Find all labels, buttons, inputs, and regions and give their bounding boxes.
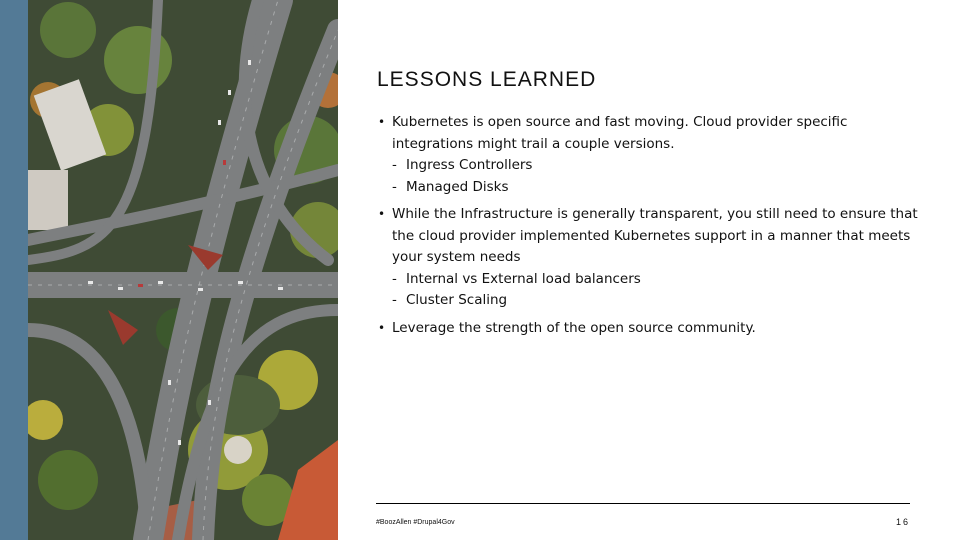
dash-icon: - <box>392 292 397 308</box>
bullet-icon: • <box>378 320 386 335</box>
sub-item-text: Ingress Controllers <box>406 157 533 173</box>
bullet-item: • Kubernetes is open source and fast mov… <box>378 112 918 198</box>
slide-title: LESSONS LEARNED <box>377 68 597 91</box>
bullet-item: • While the Infrastructure is generally … <box>378 204 918 312</box>
accent-bar <box>0 0 28 540</box>
sub-item-text: Cluster Scaling <box>406 292 508 308</box>
dash-icon: - <box>392 178 397 195</box>
sub-item: - Ingress Controllers <box>392 155 918 177</box>
bullet-icon: • <box>378 115 386 129</box>
bullet-item: • Leverage the strength of the open sour… <box>378 318 918 340</box>
page-number: 16 <box>895 517 910 527</box>
footer-divider <box>376 503 910 504</box>
sub-item-text: Managed Disks <box>406 178 509 195</box>
bullet-text: Kubernetes is open source and fast movin… <box>392 114 848 152</box>
sub-item: - Internal vs External load balancers <box>392 269 918 291</box>
bullet-icon: • <box>378 207 386 221</box>
bullet-list: • Kubernetes is open source and fast mov… <box>378 112 918 345</box>
highway-aerial-photo <box>28 0 338 540</box>
dash-icon: - <box>392 270 397 287</box>
sub-item: - Managed Disks <box>392 177 918 199</box>
bullet-text: Leverage the strength of the open source… <box>392 319 756 336</box>
footer-hashtags: #BoozAllen #Drupal4Gov <box>376 519 455 526</box>
sub-item: - Cluster Scaling <box>392 290 918 312</box>
bullet-text: While the Infrastructure is generally tr… <box>392 206 918 265</box>
dash-icon: - <box>392 157 397 173</box>
sub-item-text: Internal vs External load balancers <box>406 270 641 287</box>
